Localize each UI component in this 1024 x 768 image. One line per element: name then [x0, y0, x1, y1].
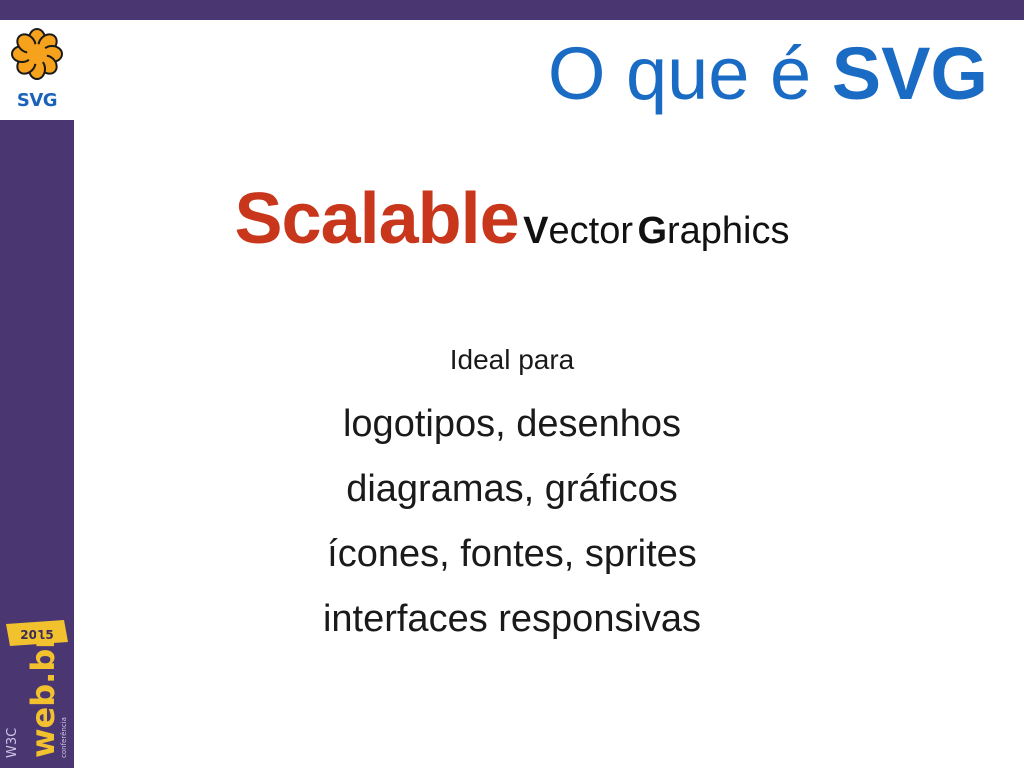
acronym-expansion: Scalable Vector Graphics [0, 178, 1024, 260]
webbr-logo: 2015 web.br W3C conferência [5, 620, 68, 758]
acronym-word-vector: Vector [523, 210, 633, 252]
list-item: ícones, fontes, sprites [327, 533, 697, 575]
title-emphasis: SVG [831, 32, 988, 115]
conference-label: conferência [60, 717, 68, 758]
acronym-rest-graphics: raphics [667, 210, 790, 252]
acronym-rest-vector: ector [548, 210, 633, 252]
svg-logo-label: SVG [16, 90, 58, 111]
list-item: logotipos, desenhos [342, 403, 682, 445]
top-bar [0, 0, 1024, 20]
w3c-label: W3C [5, 728, 20, 758]
list-item: interfaces responsivas [322, 598, 702, 640]
title-prefix: O que é [547, 32, 812, 115]
intro-text: Ideal para [449, 344, 575, 375]
acronym-word-graphics: Graphics [637, 210, 789, 252]
list-item: diagramas, gráficos [346, 468, 678, 510]
page-title: O que é SVG [548, 26, 988, 122]
acronym-initial-g: G [637, 210, 667, 252]
svg-asterisk-icon [11, 28, 63, 80]
acronym-word-scalable: Scalable [234, 179, 520, 259]
brand-label: web.br [24, 633, 62, 758]
acronym-initial-v: V [523, 210, 549, 252]
uses-list: logotipos, desenhos diagramas, gráficos … [0, 392, 1024, 652]
svg-logo: SVG [0, 20, 74, 120]
slide: SVG O que é SVG Scalable Vector Graphics… [0, 0, 1024, 768]
